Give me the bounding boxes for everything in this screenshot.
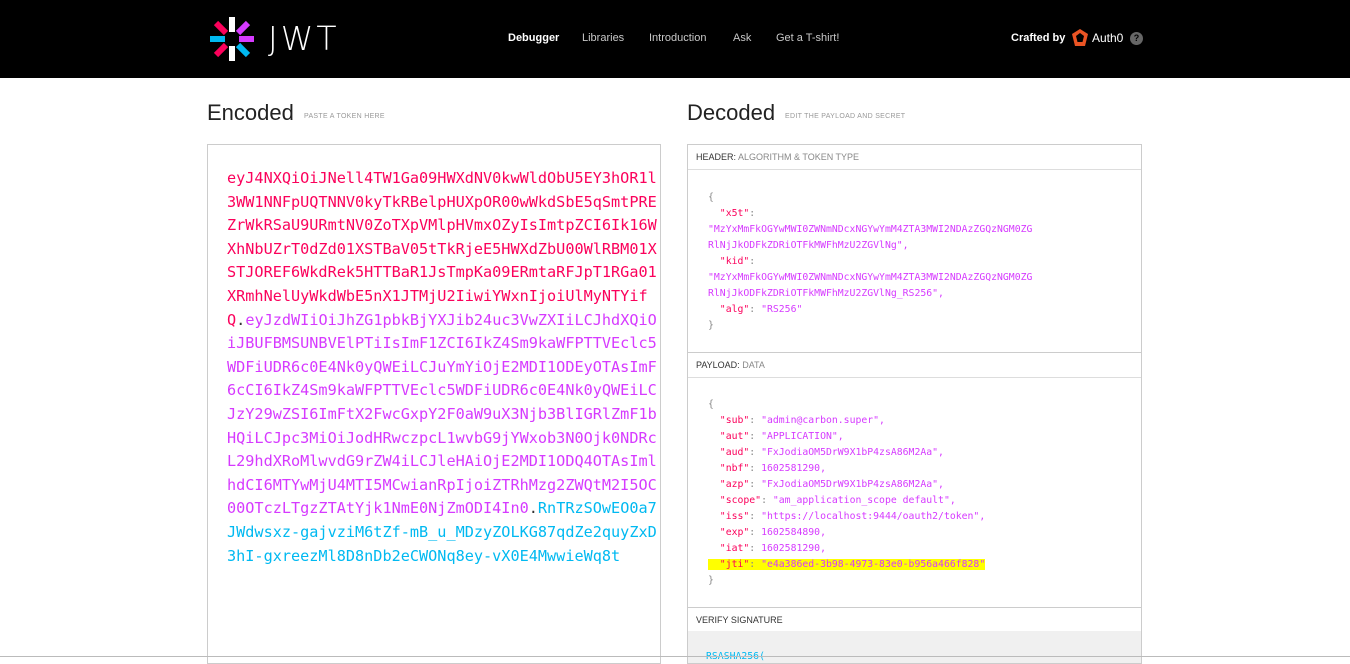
payload-section-sub: DATA	[742, 360, 765, 370]
payload-line: "azp": "FxJodiaOM5DrW9X1bP4zsA86M2Aa",	[719, 479, 944, 490]
nav-tshirt[interactable]: Get a T-shirt!	[776, 29, 839, 47]
encoded-token-text[interactable]: eyJ4NXQiOiJNell4TW1Ga09HWXdNV0kwWldObU5E…	[227, 167, 657, 568]
payload-line: "iat": 1602581290,	[719, 543, 826, 554]
decoded-panel: HEADER: ALGORITHM & TOKEN TYPE { "x5t": …	[687, 144, 1142, 664]
jwt-logo-icon[interactable]	[207, 14, 257, 64]
encoded-title: Encoded	[207, 100, 294, 125]
payload-jti-line-highlighted: "jti": "e4a386ed-3b98-4973-83e0-b956a466…	[708, 559, 986, 570]
nav-introduction[interactable]: Introduction	[649, 29, 706, 47]
encoded-token-editor[interactable]: eyJ4NXQiOiJNell4TW1Ga09HWXdNV0kwWldObU5E…	[207, 144, 661, 664]
nav-ask[interactable]: Ask	[733, 29, 751, 47]
header-section-sub: ALGORITHM & TOKEN TYPE	[738, 152, 860, 162]
header-json-editor[interactable]: { "x5t": "MzYxMmFkOGYwMWI0ZWNmNDcxNGYwYm…	[708, 190, 1032, 334]
auth0-logo-icon[interactable]	[1070, 28, 1090, 48]
header-section-label: HEADER:	[696, 152, 737, 162]
payload-line: "aut": "APPLICATION",	[719, 431, 844, 442]
payload-line: "iss": "https://localhost:9444/oauth2/to…	[719, 511, 986, 522]
payload-line: "sub": "admin@carbon.super",	[719, 415, 885, 426]
payload-section-label: PAYLOAD:	[696, 360, 740, 370]
auth0-brand-link[interactable]: Auth0	[1092, 29, 1123, 47]
top-navigation-bar: JWT Debugger Libraries Introduction Ask …	[0, 0, 1350, 78]
token-dot: .	[236, 310, 246, 329]
crafted-by-label: Crafted by	[1011, 32, 1066, 44]
token-dot: .	[528, 499, 538, 518]
payload-line: "nbf": 1602581290,	[719, 463, 826, 474]
header-section-title: HEADER: ALGORITHM & TOKEN TYPE	[688, 145, 1141, 170]
payload-section-title: PAYLOAD: DATA	[688, 353, 1141, 378]
payload-line: "aud": "FxJodiaOM5DrW9X1bP4zsA86M2Aa",	[719, 447, 944, 458]
signature-section-label: VERIFY SIGNATURE	[696, 615, 783, 625]
payload-json-editor[interactable]: { "sub": "admin@carbon.super", "aut": "A…	[708, 397, 986, 589]
encoded-subtitle: PASTE A TOKEN HERE	[304, 113, 385, 120]
help-icon[interactable]: ?	[1130, 32, 1143, 45]
signature-section-title: VERIFY SIGNATURE	[688, 608, 1141, 633]
decoded-subtitle: EDIT THE PAYLOAD AND SECRET	[785, 113, 906, 120]
decoded-title: Decoded	[687, 100, 776, 125]
nav-libraries[interactable]: Libraries	[582, 29, 624, 47]
token-payload-part: eyJzdWIiOiJhZG1pbkBjYXJib24uc3VwZXIiLCJh…	[227, 310, 657, 518]
payload-line: "scope": "am_application_scope default",	[719, 495, 956, 506]
token-header-part: eyJ4NXQiOiJNell4TW1Ga09HWXdNV0kwWldObU5E…	[227, 169, 657, 329]
payload-line: "exp": 1602584890,	[719, 527, 826, 538]
logo-text: JWT	[268, 19, 340, 58]
nav-debugger[interactable]: Debugger	[508, 29, 559, 47]
